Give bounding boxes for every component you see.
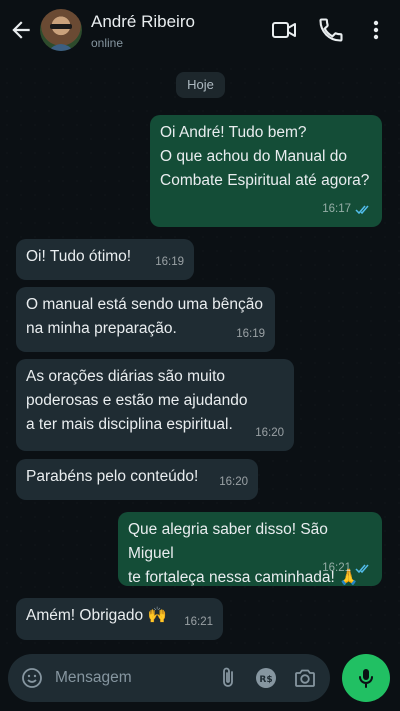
contact-name[interactable]: André Ribeiro	[91, 12, 195, 32]
message-meta: 16:20	[255, 421, 284, 445]
message-time: 16:21	[322, 562, 351, 574]
microphone-button[interactable]	[342, 654, 390, 702]
message-composer[interactable]: Mensagem R$	[8, 654, 330, 702]
message-time: 16:20	[219, 476, 248, 488]
message-time: 16:20	[255, 427, 284, 439]
message-outgoing[interactable]: Oi André! Tudo bem? O que achou do Manua…	[150, 115, 382, 227]
message-meta: 16:20	[219, 470, 248, 494]
avatar[interactable]	[40, 9, 82, 51]
more-vertical-icon[interactable]	[362, 16, 390, 44]
message-text: Oi André! Tudo bem? O que achou do Manua…	[160, 124, 370, 189]
message-text: O manual está sendo uma bênção na minha …	[26, 296, 263, 337]
message-time: 16:19	[155, 256, 184, 268]
contact-status: online	[91, 36, 124, 50]
message-meta: 16:21	[322, 556, 372, 580]
microphone-icon	[359, 669, 373, 688]
read-ticks-icon	[355, 564, 369, 573]
message-time: 16:19	[236, 328, 265, 340]
message-meta: 16:19	[236, 322, 265, 346]
message-time: 16:17	[322, 203, 351, 215]
date-chip: Hoje	[176, 72, 225, 98]
message-meta: 16:17	[322, 197, 372, 221]
message-incoming[interactable]: Oi! Tudo ótimo! 16:19	[16, 239, 194, 280]
paperclip-icon[interactable]	[216, 666, 240, 690]
chat-header: André Ribeiro online	[0, 0, 400, 62]
message-incoming[interactable]: Amém! Obrigado 🙌 16:21	[16, 598, 223, 640]
svg-text:R$: R$	[259, 675, 272, 685]
phone-icon[interactable]	[317, 16, 345, 44]
message-text: Parabéns pelo conteúdo!	[26, 468, 199, 485]
emoji-icon[interactable]	[20, 666, 44, 690]
message-incoming[interactable]: As orações diárias são muito poderosas e…	[16, 359, 294, 451]
message-incoming[interactable]: O manual está sendo uma bênção na minha …	[16, 287, 275, 352]
message-meta: 16:21	[184, 610, 213, 634]
camera-icon[interactable]	[293, 666, 317, 690]
real-currency-icon[interactable]: R$	[254, 666, 278, 690]
message-input[interactable]: Mensagem	[55, 669, 132, 687]
message-incoming[interactable]: Parabéns pelo conteúdo! 16:20	[16, 459, 258, 500]
message-meta: 16:19	[155, 250, 184, 274]
message-outgoing[interactable]: Que alegria saber disso! São Miguel te f…	[118, 512, 382, 586]
video-call-icon[interactable]	[270, 16, 298, 44]
message-time: 16:21	[184, 616, 213, 628]
arrow-left-icon[interactable]	[8, 17, 34, 43]
read-ticks-icon	[355, 205, 369, 214]
message-text: As orações diárias são muito poderosas e…	[26, 368, 248, 433]
